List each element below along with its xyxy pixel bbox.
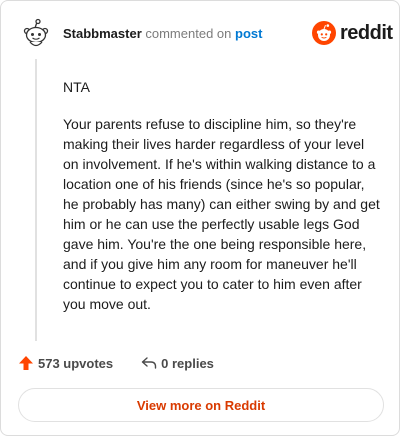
reddit-snoo-icon (312, 21, 336, 45)
reddit-logo[interactable]: reddit (312, 21, 393, 45)
upvote-button[interactable]: 573 upvotes (18, 355, 113, 371)
comment-embed-card: Stabbmaster commented on post reddit NTA… (0, 0, 400, 436)
thread-line (35, 59, 37, 341)
post-link[interactable]: post (235, 26, 262, 41)
comment-body: NTA Your parents refuse to discipline hi… (63, 77, 381, 331)
user-avatar[interactable] (20, 18, 52, 50)
comment-paragraph-verdict: NTA (63, 79, 90, 95)
comment-header: Stabbmaster commented on post (63, 26, 262, 42)
upvote-count: 573 upvotes (38, 355, 114, 371)
comment-paragraph-main: Your parents refuse to discipline him, s… (63, 116, 380, 312)
reply-arrow-icon (141, 357, 157, 369)
commented-on-label: commented on (145, 26, 232, 41)
comment-actions: 573 upvotes 0 replies (18, 355, 214, 371)
reply-button[interactable]: 0 replies (141, 355, 214, 371)
upvote-arrow-icon (19, 356, 33, 370)
view-more-button[interactable]: View more on Reddit (18, 388, 384, 422)
reddit-wordmark: reddit (340, 21, 393, 44)
username[interactable]: Stabbmaster (63, 26, 142, 41)
reply-count: 0 replies (161, 355, 214, 371)
snoo-avatar-icon (23, 18, 49, 47)
